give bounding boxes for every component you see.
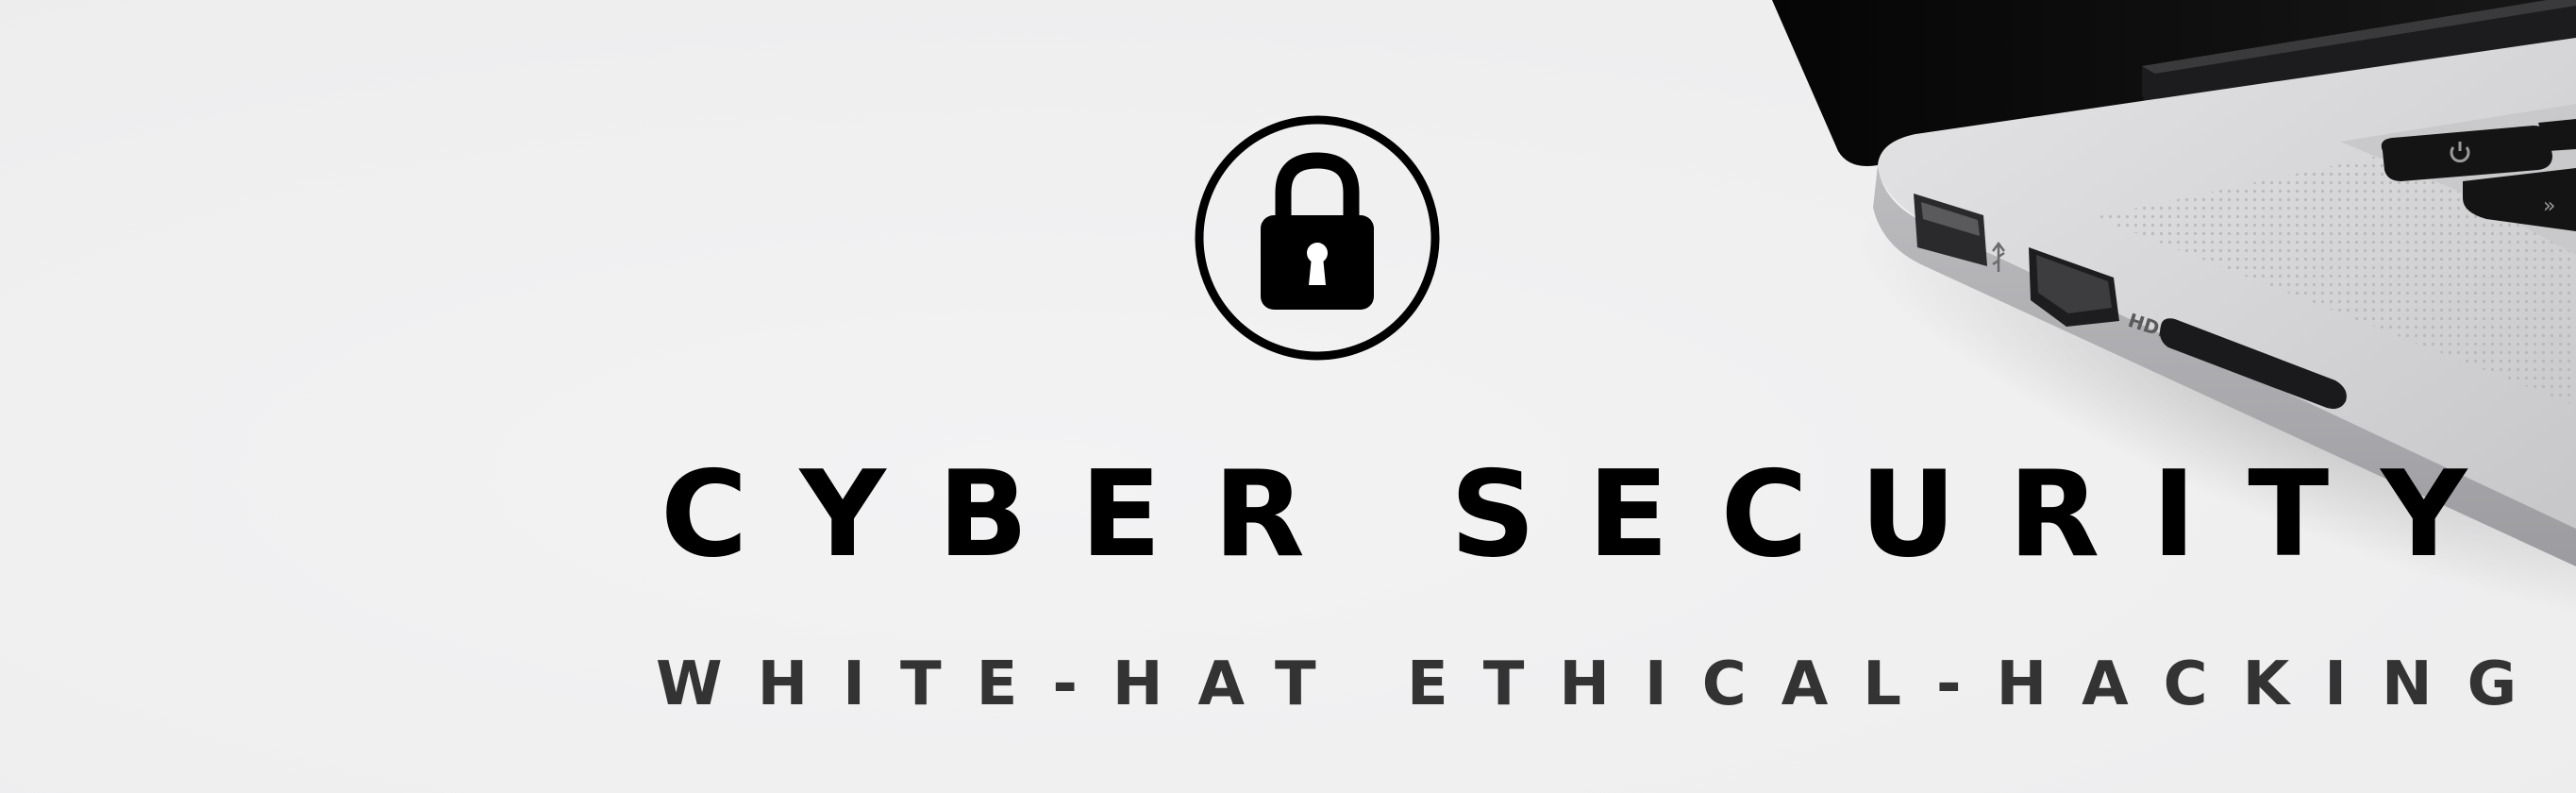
lock-icon bbox=[1195, 115, 1440, 361]
banner-subtitle: WHITE-HAT ETHICAL-HACKING bbox=[656, 650, 2552, 719]
banner-title: CYBER SECURITY bbox=[661, 445, 2519, 583]
cyber-security-banner: » HDMI CYBER SECURITY WHITE-HAT ETHICAL-… bbox=[0, 0, 2576, 793]
svg-text:»: » bbox=[2543, 194, 2555, 218]
